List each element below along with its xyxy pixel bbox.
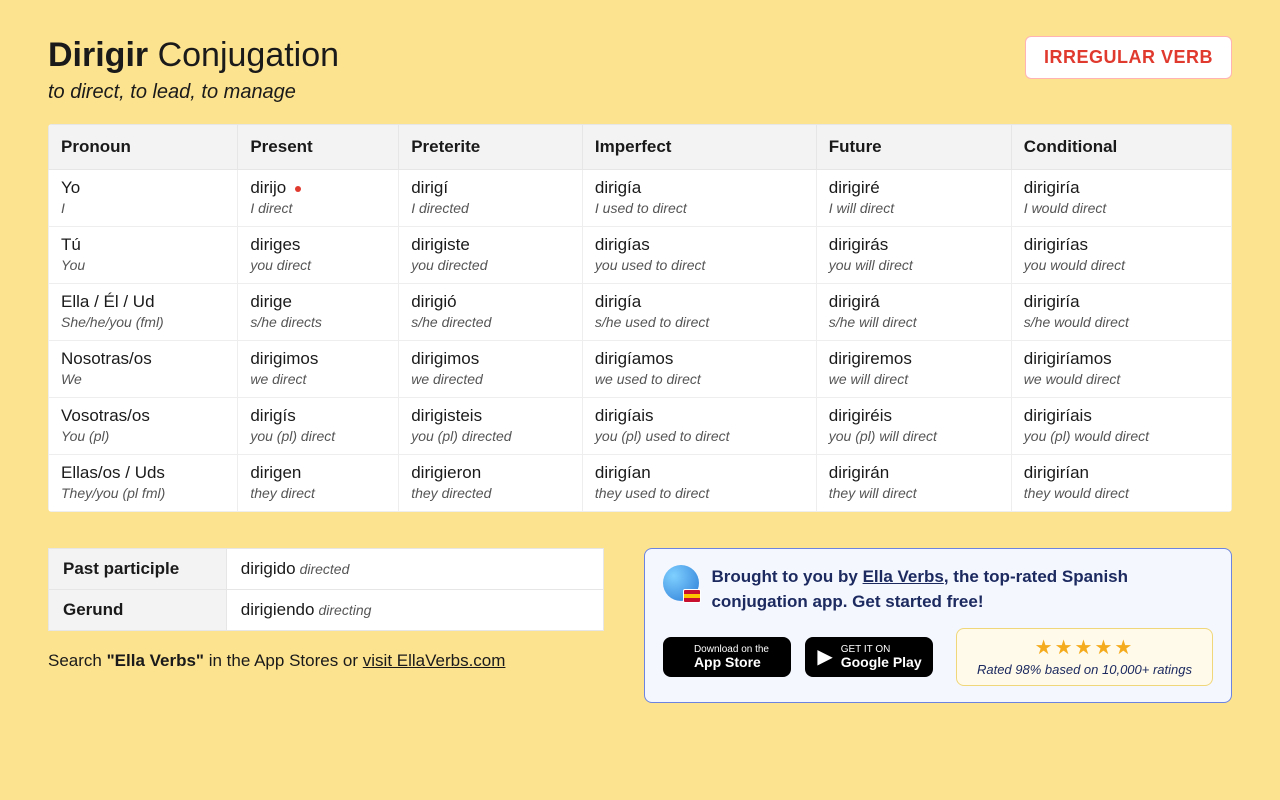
rating-box: ★★★★★ Rated 98% based on 10,000+ ratings xyxy=(956,628,1213,686)
table-row: TúYoudiriges you directdirigiste you dir… xyxy=(49,227,1232,284)
column-header: Preterite xyxy=(399,125,583,170)
conjugation-cell: dirigiría I would direct xyxy=(1011,170,1231,227)
irregular-dot-icon xyxy=(295,186,301,192)
stars-icon: ★★★★★ xyxy=(977,635,1192,660)
irregular-badge: IRREGULAR VERB xyxy=(1025,36,1232,79)
app-icon xyxy=(663,565,699,601)
conjugation-cell: dirigieron they directed xyxy=(399,455,583,512)
pronoun-cell: Vosotras/osYou (pl) xyxy=(49,398,238,455)
conjugation-cell: dirigirás you will direct xyxy=(816,227,1011,284)
conjugation-cell: dirigiríais you (pl) would direct xyxy=(1011,398,1231,455)
conjugation-cell: dirigimos we directed xyxy=(399,341,583,398)
pronoun-cell: Ella / Él / UdShe/he/you (fml) xyxy=(49,284,238,341)
conjugation-cell: dirigimos we direct xyxy=(238,341,399,398)
table-row: Vosotras/osYou (pl)dirigís you (pl) dire… xyxy=(49,398,1232,455)
participle-row: Gerunddirigiendodirecting xyxy=(49,590,604,631)
app-store-button[interactable]: Download on theApp Store xyxy=(663,637,791,677)
conjugation-cell: dirige s/he directs xyxy=(238,284,399,341)
participle-value: dirigiendodirecting xyxy=(226,590,604,631)
conjugation-cell: dirigen they direct xyxy=(238,455,399,512)
column-header: Conditional xyxy=(1011,125,1231,170)
conjugation-cell: diriges you direct xyxy=(238,227,399,284)
table-row: YoIdirijo I directdirigí I directeddirig… xyxy=(49,170,1232,227)
pronoun-cell: Nosotras/osWe xyxy=(49,341,238,398)
conjugation-cell: dirigirías you would direct xyxy=(1011,227,1231,284)
conjugation-cell: dirigirá s/he will direct xyxy=(816,284,1011,341)
participle-value: dirigidodirected xyxy=(226,549,604,590)
title-block: Dirigir Conjugation to direct, to lead, … xyxy=(48,36,339,104)
conjugation-cell: dirigías you used to direct xyxy=(582,227,816,284)
participle-row: Past participledirigidodirected xyxy=(49,549,604,590)
verb-meaning: to direct, to lead, to manage xyxy=(48,81,339,104)
table-row: Ellas/os / UdsThey/you (pl fml)dirigen t… xyxy=(49,455,1232,512)
promo-box: Brought to you by Ella Verbs, the top-ra… xyxy=(644,548,1232,703)
conjugation-cell: dirigirían they would direct xyxy=(1011,455,1231,512)
pronoun-cell: YoI xyxy=(49,170,238,227)
conjugation-table: PronounPresentPreteriteImperfectFutureCo… xyxy=(48,124,1232,512)
conjugation-cell: dirigí I directed xyxy=(399,170,583,227)
conjugation-cell: dirigiré I will direct xyxy=(816,170,1011,227)
conjugation-cell: dirigía s/he used to direct xyxy=(582,284,816,341)
conjugation-cell: dirigiremos we will direct xyxy=(816,341,1011,398)
conjugation-cell: dirigían they used to direct xyxy=(582,455,816,512)
column-header: Pronoun xyxy=(49,125,238,170)
participle-label: Gerund xyxy=(49,590,227,631)
conjugation-cell: dirigiréis you (pl) will direct xyxy=(816,398,1011,455)
pronoun-cell: Ellas/os / UdsThey/you (pl fml) xyxy=(49,455,238,512)
table-row: Ella / Él / UdShe/he/you (fml)dirige s/h… xyxy=(49,284,1232,341)
google-play-button[interactable]: ▶ GET IT ONGoogle Play xyxy=(805,637,933,677)
conjugation-cell: dirigirán they will direct xyxy=(816,455,1011,512)
search-line: Search "Ella Verbs" in the App Stores or… xyxy=(48,651,604,671)
conjugation-cell: dirijo I direct xyxy=(238,170,399,227)
conjugation-cell: dirigís you (pl) direct xyxy=(238,398,399,455)
play-icon: ▶ xyxy=(817,646,832,668)
column-header: Future xyxy=(816,125,1011,170)
conjugation-cell: dirigió s/he directed xyxy=(399,284,583,341)
participle-table: Past participledirigidodirectedGerunddir… xyxy=(48,548,604,631)
table-row: Nosotras/osWedirigimos we directdirigimo… xyxy=(49,341,1232,398)
conjugation-cell: dirigisteis you (pl) directed xyxy=(399,398,583,455)
column-header: Present xyxy=(238,125,399,170)
page-title: Dirigir Conjugation xyxy=(48,36,339,75)
participle-label: Past participle xyxy=(49,549,227,590)
conjugation-cell: dirigiría s/he would direct xyxy=(1011,284,1231,341)
brand-link[interactable]: Ella Verbs xyxy=(863,567,944,586)
conjugation-cell: dirigiríamos we would direct xyxy=(1011,341,1231,398)
pronoun-cell: TúYou xyxy=(49,227,238,284)
conjugation-cell: dirigiste you directed xyxy=(399,227,583,284)
visit-link[interactable]: visit EllaVerbs.com xyxy=(363,651,506,670)
column-header: Imperfect xyxy=(582,125,816,170)
conjugation-cell: dirigíamos we used to direct xyxy=(582,341,816,398)
conjugation-cell: dirigía I used to direct xyxy=(582,170,816,227)
conjugation-cell: dirigíais you (pl) used to direct xyxy=(582,398,816,455)
promo-text: Brought to you by Ella Verbs, the top-ra… xyxy=(711,565,1213,614)
